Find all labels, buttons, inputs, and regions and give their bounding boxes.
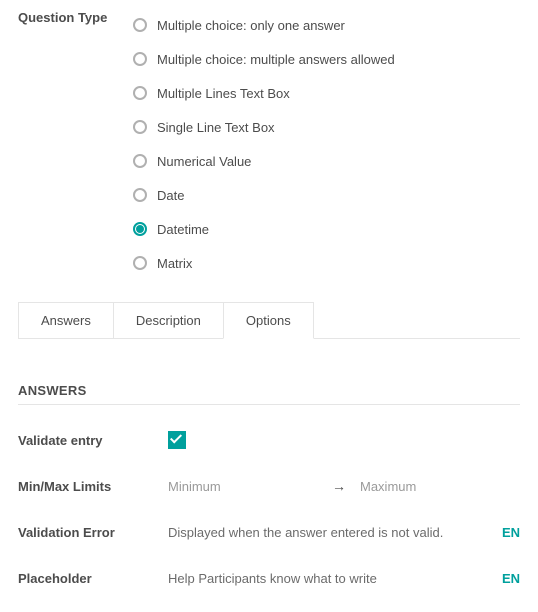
radio-label: Single Line Text Box [157, 120, 275, 135]
minimum-input[interactable]: Minimum [168, 479, 328, 494]
radio-label: Multiple Lines Text Box [157, 86, 290, 101]
minmax-label: Min/Max Limits [18, 479, 168, 494]
validate-entry-checkbox[interactable] [168, 431, 186, 449]
tab-answers[interactable]: Answers [18, 302, 114, 339]
question-type-radio[interactable]: Multiple choice: only one answer [133, 8, 520, 42]
radio-label: Matrix [157, 256, 192, 271]
question-type-radio[interactable]: Matrix [133, 246, 520, 280]
radio-icon [133, 18, 147, 32]
validation-error-label: Validation Error [18, 525, 168, 540]
placeholder-input[interactable]: Help Participants know what to write [168, 571, 490, 586]
arrow-right-icon: → [332, 478, 346, 494]
validation-error-input[interactable]: Displayed when the answer entered is not… [168, 525, 490, 540]
maximum-input[interactable]: Maximum [360, 479, 520, 494]
radio-icon [133, 120, 147, 134]
radio-icon [133, 256, 147, 270]
radio-label: Datetime [157, 222, 209, 237]
radio-icon [133, 222, 147, 236]
radio-label: Date [157, 188, 184, 203]
radio-label: Multiple choice: multiple answers allowe… [157, 52, 395, 67]
question-type-label: Question Type [18, 8, 133, 25]
validate-entry-label: Validate entry [18, 433, 168, 448]
answers-section-title: ANSWERS [18, 383, 520, 405]
radio-icon [133, 188, 147, 202]
question-type-radio[interactable]: Multiple Lines Text Box [133, 76, 520, 110]
radio-label: Numerical Value [157, 154, 251, 169]
placeholder-label: Placeholder [18, 571, 168, 586]
question-type-radio[interactable]: Numerical Value [133, 144, 520, 178]
tab-options[interactable]: Options [223, 302, 314, 339]
radio-icon [133, 154, 147, 168]
question-type-radio[interactable]: Single Line Text Box [133, 110, 520, 144]
question-type-radio[interactable]: Date [133, 178, 520, 212]
tab-description[interactable]: Description [113, 302, 224, 339]
question-type-radio[interactable]: Datetime [133, 212, 520, 246]
question-type-radio[interactable]: Multiple choice: multiple answers allowe… [133, 42, 520, 76]
validation-error-lang-button[interactable]: EN [502, 525, 520, 540]
radio-icon [133, 52, 147, 66]
question-type-radiogroup: Multiple choice: only one answer Multiple… [133, 8, 520, 280]
radio-icon [133, 86, 147, 100]
placeholder-lang-button[interactable]: EN [502, 571, 520, 586]
tabs: AnswersDescriptionOptions [18, 302, 520, 339]
radio-label: Multiple choice: only one answer [157, 18, 345, 33]
